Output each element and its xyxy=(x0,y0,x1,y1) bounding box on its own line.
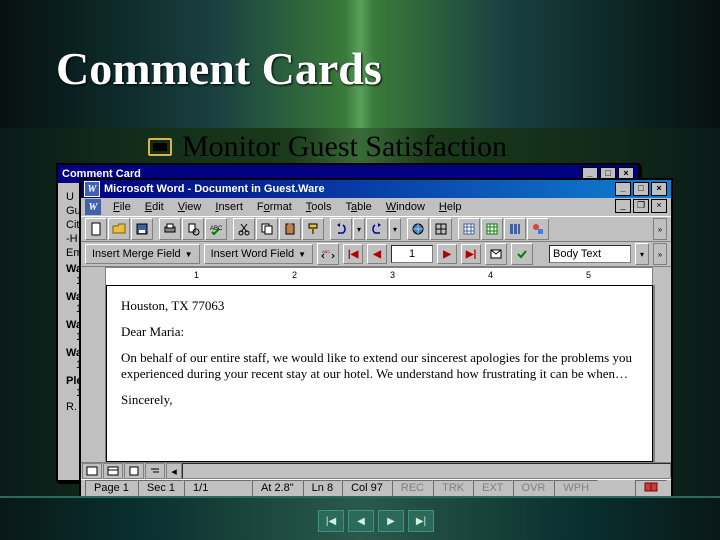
word-minimize-button[interactable]: _ xyxy=(615,182,631,196)
mailmerge-toolbar: Insert Merge Field▼ Insert Word Field▼ A… xyxy=(81,242,671,267)
hyperlink-button[interactable] xyxy=(407,218,429,240)
horizontal-scrollbar[interactable] xyxy=(182,463,671,479)
word-title-text: Microsoft Word - Document in Guest.Ware xyxy=(104,183,325,195)
weblayout-view-button[interactable] xyxy=(103,463,123,479)
save-button[interactable] xyxy=(131,218,153,240)
insert-word-field-button[interactable]: Insert Word Field▼ xyxy=(204,244,313,264)
mailmerge-helper-button[interactable] xyxy=(485,243,507,265)
menu-help[interactable]: Help xyxy=(433,200,468,214)
spelling-button[interactable]: ABC xyxy=(205,218,227,240)
record-number-field[interactable]: 1 xyxy=(391,245,433,263)
first-record-button[interactable]: |◀ xyxy=(343,244,363,264)
word-titlebar[interactable]: W Microsoft Word - Document in Guest.War… xyxy=(81,180,671,198)
slide: Comment Cards Monitor Guest Satisfaction… xyxy=(0,0,720,540)
format-painter-button[interactable] xyxy=(302,218,324,240)
doc-closing: Sincerely, xyxy=(121,392,638,408)
ruler-mark-4: 4 xyxy=(488,270,493,280)
menubar: W File Edit View Insert Format Tools Tab… xyxy=(81,198,671,216)
ruler-row: 1 2 3 4 5 xyxy=(81,267,671,285)
doc-restore-button[interactable]: ❐ xyxy=(633,199,649,213)
print-button[interactable] xyxy=(159,218,181,240)
tables-borders-button[interactable] xyxy=(430,218,452,240)
columns-button[interactable] xyxy=(504,218,526,240)
svg-text:ABC: ABC xyxy=(322,249,330,254)
slide-next-button[interactable]: ▶ xyxy=(378,510,404,532)
ruler-mark-3: 3 xyxy=(390,270,395,280)
new-doc-button[interactable] xyxy=(85,218,107,240)
word-app-icon: W xyxy=(84,181,100,197)
doc-close-button[interactable]: × xyxy=(651,199,667,213)
document-area: Houston, TX 77063 Dear Maria: On behalf … xyxy=(81,285,671,462)
slide-first-button[interactable]: |◀ xyxy=(318,510,344,532)
drawing-button[interactable] xyxy=(527,218,549,240)
prev-record-button[interactable]: ◀ xyxy=(367,244,387,264)
ruler-corner xyxy=(81,267,105,287)
menu-tools[interactable]: Tools xyxy=(300,200,338,214)
insert-table-button[interactable] xyxy=(458,218,480,240)
doc-body: On behalf of our entire staff, we would … xyxy=(121,350,638,382)
copy-button[interactable] xyxy=(256,218,278,240)
check-errors-button[interactable] xyxy=(511,243,533,265)
vertical-ruler[interactable] xyxy=(81,285,106,462)
next-record-button[interactable]: ▶ xyxy=(437,244,457,264)
word-window: W Microsoft Word - Document in Guest.War… xyxy=(79,178,673,500)
slide-nav: |◀ ◀ ▶ ▶| xyxy=(318,510,434,532)
monitor-icon xyxy=(148,138,172,156)
bullet-row: Monitor Guest Satisfaction xyxy=(148,132,507,162)
menu-view[interactable]: View xyxy=(172,200,208,214)
vertical-scrollbar[interactable] xyxy=(654,285,671,462)
printlayout-view-button[interactable] xyxy=(124,463,144,479)
document-page[interactable]: Houston, TX 77063 Dear Maria: On behalf … xyxy=(106,285,653,462)
bullet-text: Monitor Guest Satisfaction xyxy=(182,132,507,162)
open-button[interactable] xyxy=(108,218,130,240)
redo-button[interactable] xyxy=(366,218,388,240)
style-dropdown-button[interactable]: ▾ xyxy=(635,243,649,265)
ruler-mark-1: 1 xyxy=(194,270,199,280)
menu-insert[interactable]: Insert xyxy=(209,200,249,214)
undo-button[interactable] xyxy=(330,218,352,240)
menu-table[interactable]: Table xyxy=(339,200,377,214)
word-close-button[interactable]: × xyxy=(651,182,667,196)
hscroll-left-button[interactable]: ◂ xyxy=(166,463,182,479)
menu-edit[interactable]: Edit xyxy=(139,200,170,214)
cut-button[interactable] xyxy=(233,218,255,240)
normal-view-button[interactable] xyxy=(82,463,102,479)
doc-address: Houston, TX 77063 xyxy=(121,298,638,314)
redo-dropdown-button[interactable]: ▾ xyxy=(389,218,401,240)
standard-toolbar: ABC ▾ ▾ » xyxy=(81,216,671,242)
doc-salutation: Dear Maria: xyxy=(121,324,638,340)
ruler-mark-2: 2 xyxy=(292,270,297,280)
slide-title: Comment Cards xyxy=(56,46,382,92)
undo-dropdown-button[interactable]: ▾ xyxy=(353,218,365,240)
menu-window[interactable]: Window xyxy=(380,200,431,214)
word-doc-icon[interactable]: W xyxy=(85,199,101,215)
menu-format[interactable]: Format xyxy=(251,200,298,214)
slide-prev-button[interactable]: ◀ xyxy=(348,510,374,532)
ruler-mark-5: 5 xyxy=(586,270,591,280)
print-preview-button[interactable] xyxy=(182,218,204,240)
slide-last-button[interactable]: ▶| xyxy=(408,510,434,532)
view-hscroll-row: ◂ xyxy=(81,462,671,479)
menu-file[interactable]: File xyxy=(107,200,137,214)
horizontal-ruler[interactable]: 1 2 3 4 5 xyxy=(105,267,653,287)
view-merged-button[interactable]: ABC xyxy=(317,243,339,265)
insert-merge-field-button[interactable]: Insert Merge Field▼ xyxy=(85,244,200,264)
toolbar-more-button[interactable]: » xyxy=(653,218,667,240)
outline-view-button[interactable] xyxy=(145,463,165,479)
word-maximize-button[interactable]: □ xyxy=(633,182,649,196)
word-window-controls: _ □ × xyxy=(615,182,667,196)
style-selector[interactable]: Body Text xyxy=(549,245,631,263)
mailmerge-more-button[interactable]: » xyxy=(653,243,667,265)
doc-window-controls: _ ❐ × xyxy=(615,199,667,213)
last-record-button[interactable]: ▶| xyxy=(461,244,481,264)
paste-button[interactable] xyxy=(279,218,301,240)
excel-button[interactable] xyxy=(481,218,503,240)
doc-minimize-button[interactable]: _ xyxy=(615,199,631,213)
